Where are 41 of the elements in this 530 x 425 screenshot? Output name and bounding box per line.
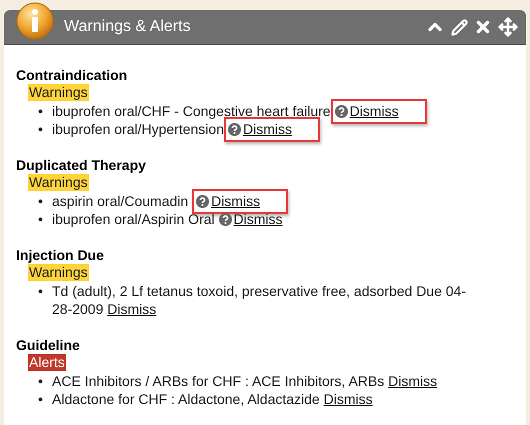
dismiss-link[interactable]: Dismiss: [107, 301, 156, 317]
edit-button[interactable]: [451, 18, 468, 36]
bullet: •: [38, 120, 44, 138]
alert-text: ibuprofen oral/Hypertension Dismiss: [52, 120, 320, 138]
alert-text: aspirin oral/Coumadin Dismiss: [52, 192, 288, 210]
bullet: •: [38, 192, 44, 210]
move-icon: [498, 17, 518, 37]
alert-text: ACE Inhibitors / ARBs for CHF : ACE Inhibitors, ARBs Dismiss: [52, 372, 438, 390]
bullet: •: [38, 102, 44, 120]
section-heading: Duplicated Therapy: [16, 156, 147, 174]
bullet: •: [38, 390, 44, 408]
move-button[interactable]: [498, 17, 518, 37]
dismiss-link[interactable]: Dismiss: [388, 373, 438, 389]
help-icon[interactable]: [334, 105, 348, 118]
close-icon: [474, 18, 492, 36]
section-heading: Injection Due: [16, 246, 105, 264]
bullet: •: [38, 282, 44, 301]
severity-label: Warnings: [28, 84, 89, 101]
section-heading: Guideline: [16, 336, 81, 354]
alert-text: Td (adult), 2 Lf tetanus toxoid, preservative free, adsorbed Due 04-28-2009 Dismiss: [52, 282, 468, 318]
pencil-icon: [451, 18, 468, 36]
dismiss-link[interactable]: Dismiss: [243, 121, 292, 137]
panel-title: Warnings & Alerts: [64, 18, 192, 36]
severity-label: Warnings: [28, 174, 89, 191]
bullet: •: [38, 372, 44, 390]
dismiss-link[interactable]: Dismiss: [234, 211, 283, 227]
alert-text: Aldactone for CHF : Aldactone, Aldactazide Dismiss: [52, 390, 373, 408]
severity-label: Alerts: [28, 354, 66, 371]
section-heading: Contraindication: [16, 66, 128, 84]
alert-text: ibuprofen oral/CHF - Congestive heart failure Dismiss: [52, 102, 427, 120]
severity-label: Warnings: [28, 264, 89, 281]
bullet: •: [38, 210, 44, 228]
help-icon[interactable]: [196, 195, 210, 208]
dismiss-link[interactable]: Dismiss: [350, 103, 399, 119]
close-button[interactable]: [474, 18, 492, 36]
dismiss-link[interactable]: Dismiss: [211, 193, 260, 209]
dismiss-link[interactable]: Dismiss: [324, 391, 373, 407]
help-icon[interactable]: [228, 123, 241, 136]
info-icon: [16, 2, 54, 40]
help-icon[interactable]: [218, 213, 232, 226]
alert-text: ibuprofen oral/Aspirin Oral Dismiss: [52, 210, 283, 228]
